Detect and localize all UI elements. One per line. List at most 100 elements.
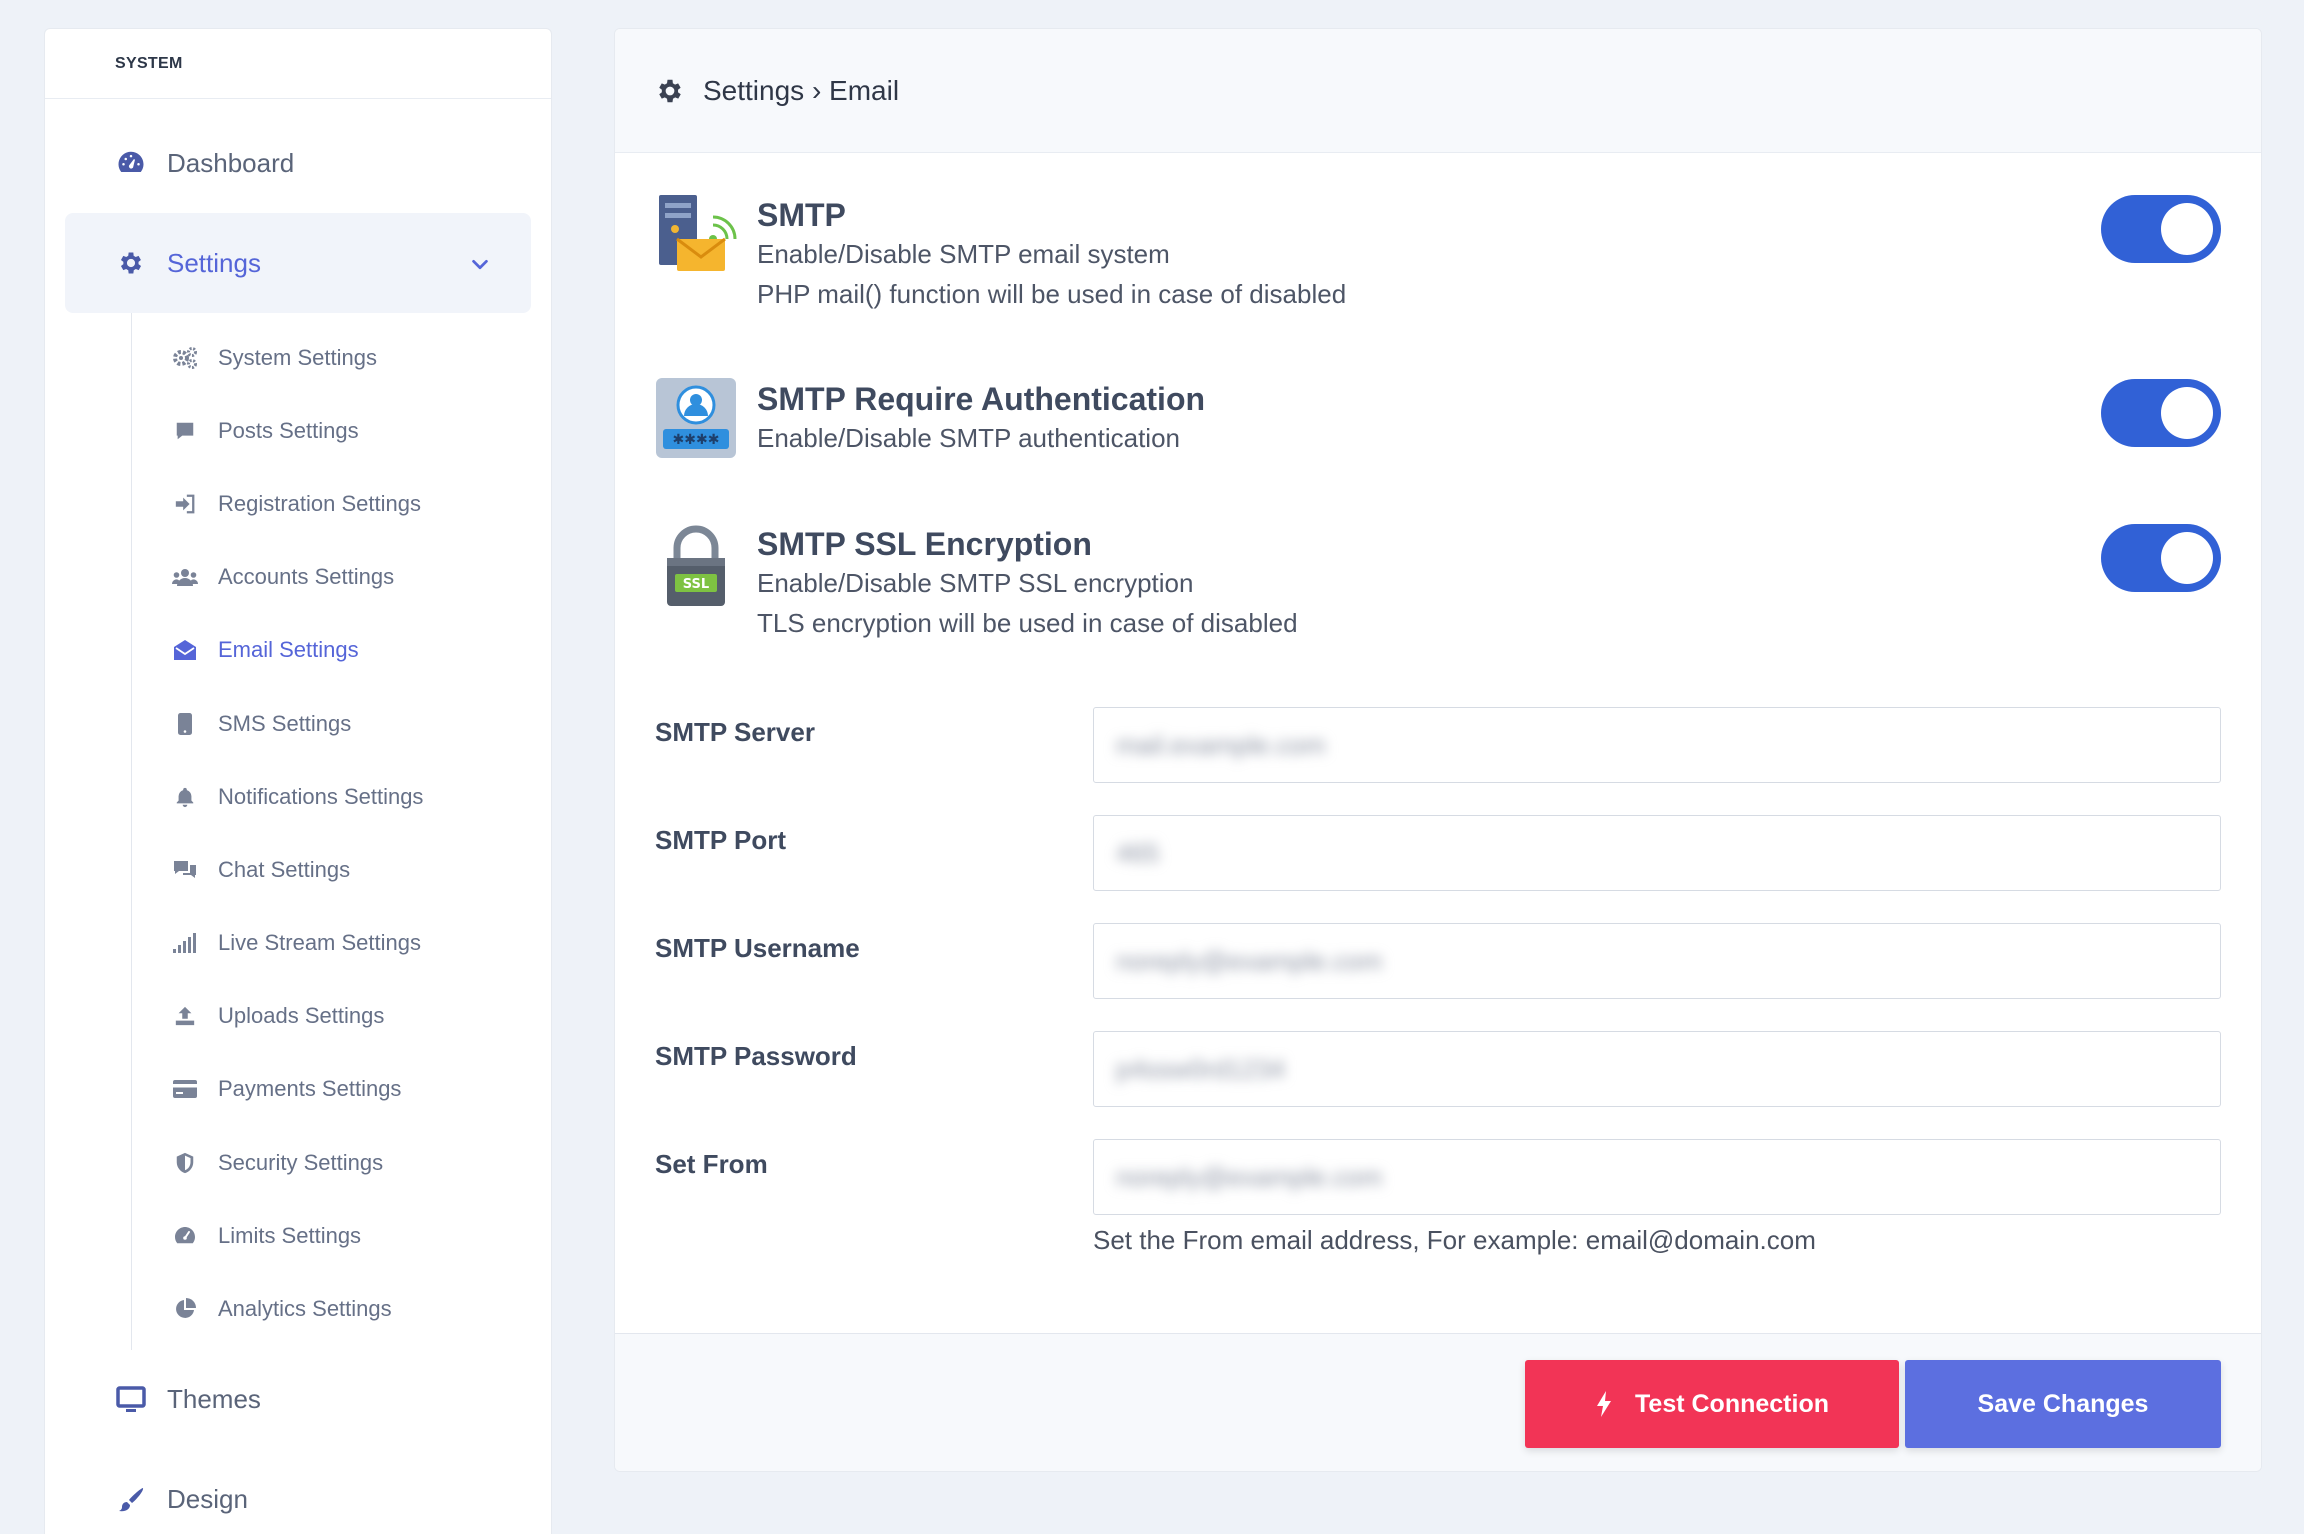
sidebar-subitem-label: System Settings	[218, 344, 377, 370]
smtp-password-label: SMTP Password	[655, 1041, 857, 1071]
sidebar-subitem-label: Email Settings	[218, 637, 359, 663]
input-value: 465	[1116, 837, 1160, 868]
smtp-username-label: SMTP Username	[655, 933, 860, 963]
sidebar-subitem-label: Payments Settings	[218, 1076, 402, 1102]
cogs-icon	[172, 345, 198, 371]
smtp-password-row: SMTP Password p4ssw0rd1234	[655, 1031, 2221, 1107]
sidebar-subitem-label: Security Settings	[218, 1149, 384, 1175]
smtp-ssl-toggle-switch[interactable]	[2101, 524, 2221, 592]
sidebar-item-themes[interactable]: Themes	[65, 1350, 531, 1450]
signal-bars-icon	[172, 930, 198, 956]
shield-icon	[172, 1150, 198, 1176]
sidebar-item-system-settings[interactable]: System Settings	[132, 321, 551, 394]
sidebar-item-email-settings[interactable]: Email Settings	[132, 614, 551, 687]
toggle-description: Enable/Disable SMTP email system	[757, 239, 1170, 269]
smtp-ssl-toggle-row: SSL SMTP SSL Encryption Enable/Disable S…	[655, 522, 2221, 643]
sidebar-subitem-label: Analytics Settings	[218, 1296, 392, 1322]
sidebar-item-registration-settings[interactable]: Registration Settings	[132, 467, 551, 540]
toggle-title: SMTP	[757, 197, 846, 233]
toggle-title: SMTP Require Authentication	[757, 381, 1206, 417]
set-from-hint: Set the From email address, For example:…	[1093, 1225, 1816, 1255]
smtp-ssl-toggle-text: SMTP SSL Encryption Enable/Disable SMTP …	[757, 522, 1298, 643]
sidebar-item-label: Themes	[167, 1384, 261, 1415]
sidebar-item-label: Design	[167, 1484, 248, 1515]
chevron-down-icon[interactable]	[469, 252, 491, 274]
sidebar-item-label: Dashboard	[167, 147, 295, 178]
smtp-server-label: SMTP Server	[655, 717, 815, 747]
gear-icon	[655, 76, 685, 106]
test-connection-label: Test Connection	[1635, 1389, 1829, 1418]
dashboard-gauge-icon	[115, 147, 147, 179]
sidebar-subitem-label: Accounts Settings	[218, 564, 395, 590]
sidebar-item-dashboard[interactable]: Dashboard	[65, 113, 531, 213]
input-value: mail.example.com	[1116, 729, 1326, 760]
sidebar-item-uploads-settings[interactable]: Uploads Settings	[132, 980, 551, 1053]
input-value: noreply@example.com	[1116, 945, 1383, 976]
gear-icon	[115, 247, 147, 279]
toggle-knob	[2161, 203, 2213, 255]
set-from-input[interactable]: noreply@example.com	[1093, 1139, 2221, 1215]
sidebar-subitem-label: Uploads Settings	[218, 1003, 385, 1029]
card-footer: Test Connection Save Changes	[615, 1333, 2261, 1471]
sidebar-item-chat-settings[interactable]: Chat Settings	[132, 833, 551, 906]
smtp-toggle-row: SMTP Enable/Disable SMTP email system PH…	[655, 193, 2221, 314]
input-value: noreply@example.com	[1116, 1161, 1383, 1192]
smtp-auth-toggle-switch[interactable]	[2101, 379, 2221, 447]
smtp-server-row: SMTP Server mail.example.com	[655, 707, 2221, 783]
ssl-padlock-icon: SSL	[655, 522, 737, 606]
toggle-knob	[2161, 532, 2213, 584]
envelope-open-icon	[172, 637, 198, 663]
smtp-username-input[interactable]: noreply@example.com	[1093, 923, 2221, 999]
smtp-auth-toggle-text: SMTP Require Authentication Enable/Disab…	[757, 377, 1205, 459]
sidebar-subitem-label: Limits Settings	[218, 1222, 362, 1248]
sidebar-item-security-settings[interactable]: Security Settings	[132, 1126, 551, 1199]
sidebar-subitem-label: Notifications Settings	[218, 783, 424, 809]
sidebar-item-analytics-settings[interactable]: Analytics Settings	[132, 1272, 551, 1345]
sidebar-item-accounts-settings[interactable]: Accounts Settings	[132, 541, 551, 614]
save-changes-label: Save Changes	[1977, 1389, 2149, 1418]
sidebar: SYSTEM Dashboard Settings System Setting…	[44, 28, 552, 1534]
sidebar-subitem-label: Live Stream Settings	[218, 930, 421, 956]
input-value: p4ssw0rd1234	[1116, 1053, 1286, 1084]
sign-in-icon	[172, 491, 198, 517]
sidebar-item-design[interactable]: Design	[65, 1450, 531, 1534]
set-from-label: Set From	[655, 1149, 768, 1179]
pie-chart-icon	[172, 1296, 198, 1322]
toggle-description: TLS encryption will be used in case of d…	[757, 608, 1298, 638]
sidebar-subitem-label: Chat Settings	[218, 856, 351, 882]
sidebar-subitem-label: SMS Settings	[218, 710, 352, 736]
save-changes-button[interactable]: Save Changes	[1905, 1360, 2221, 1448]
smtp-toggle-text: SMTP Enable/Disable SMTP email system PH…	[757, 193, 1346, 314]
email-settings-card: Settings › Email SMTP Enable/Disable SMT…	[614, 28, 2262, 1472]
toggle-description: Enable/Disable SMTP SSL encryption	[757, 568, 1194, 598]
sidebar-item-sms-settings[interactable]: SMS Settings	[132, 687, 551, 760]
smtp-port-input[interactable]: 465	[1093, 815, 2221, 891]
settings-submenu: System Settings Posts Settings Registrat…	[131, 313, 551, 1350]
card-header: Settings › Email	[615, 29, 2261, 153]
monitor-icon	[115, 1384, 147, 1416]
breadcrumb: Settings › Email	[703, 74, 900, 106]
credit-card-icon	[172, 1076, 198, 1102]
smtp-port-row: SMTP Port 465	[655, 815, 2221, 891]
smtp-server-input[interactable]: mail.example.com	[1093, 707, 2221, 783]
toggle-knob	[2161, 387, 2213, 439]
sidebar-item-live-stream-settings[interactable]: Live Stream Settings	[132, 907, 551, 980]
smtp-server-mail-icon	[655, 193, 737, 275]
bell-icon	[172, 784, 198, 810]
sidebar-item-limits-settings[interactable]: Limits Settings	[132, 1199, 551, 1272]
user-password-icon: ✱✱✱✱	[655, 377, 737, 459]
sidebar-section-title: SYSTEM	[45, 29, 551, 99]
smtp-port-label: SMTP Port	[655, 825, 786, 855]
sidebar-item-notifications-settings[interactable]: Notifications Settings	[132, 760, 551, 833]
smtp-password-input[interactable]: p4ssw0rd1234	[1093, 1031, 2221, 1107]
sidebar-item-payments-settings[interactable]: Payments Settings	[132, 1053, 551, 1126]
sidebar-item-posts-settings[interactable]: Posts Settings	[132, 394, 551, 467]
smtp-username-row: SMTP Username noreply@example.com	[655, 923, 2221, 999]
sidebar-subitem-label: Posts Settings	[218, 417, 359, 443]
mobile-icon	[172, 711, 198, 737]
test-connection-button[interactable]: Test Connection	[1525, 1360, 1899, 1448]
gauge-icon	[172, 1223, 198, 1249]
upload-icon	[172, 1003, 198, 1029]
smtp-toggle-switch[interactable]	[2101, 195, 2221, 263]
sidebar-item-settings[interactable]: Settings	[65, 213, 531, 313]
